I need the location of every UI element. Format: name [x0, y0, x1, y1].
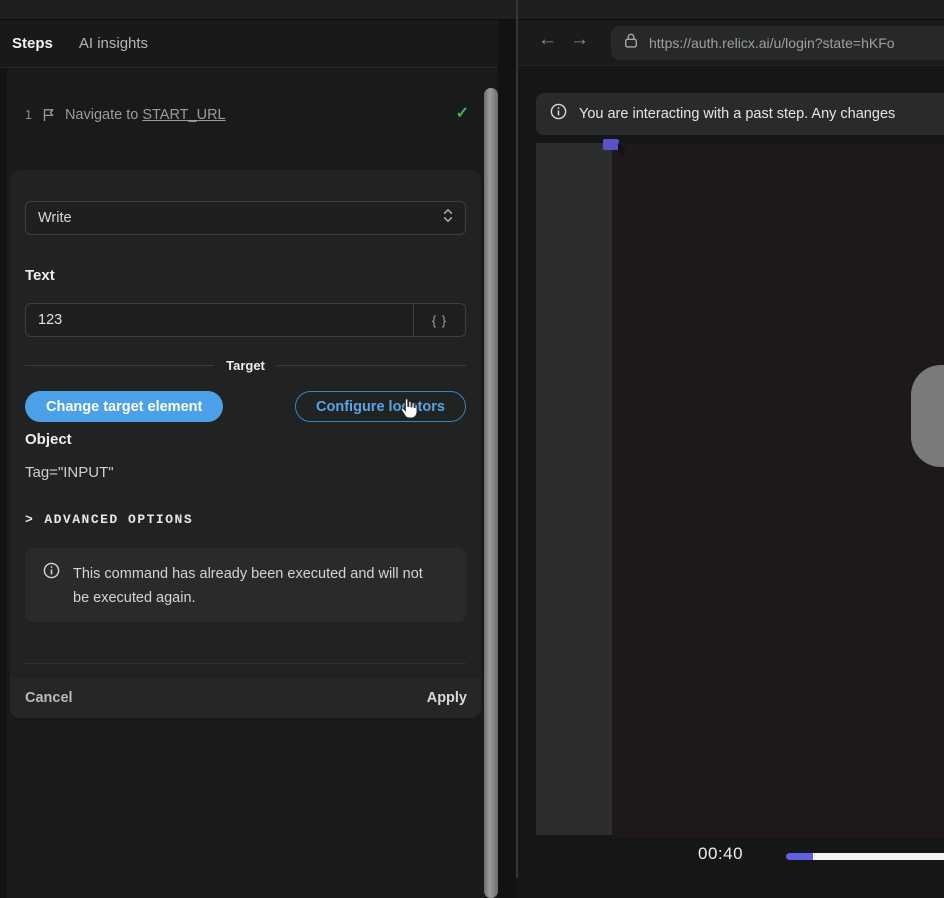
url-bar[interactable]: https://auth.relicx.ai/u/login?state=hKF… — [611, 26, 944, 60]
step-target-link[interactable]: START_URL — [142, 107, 225, 123]
target-divider-label: Target — [226, 358, 265, 373]
object-value: Tag="INPUT" — [25, 464, 114, 481]
panel-gutter — [498, 20, 516, 898]
screenshot-cursor-icon — [616, 142, 629, 162]
command-select[interactable]: Write — [25, 201, 466, 235]
step-number: 1 — [25, 108, 32, 122]
progress-done-segment — [786, 853, 813, 860]
advanced-options-label: ADVANCED OPTIONS — [44, 512, 193, 527]
hand-cursor-icon — [398, 397, 419, 425]
info-icon — [43, 562, 60, 622]
executed-notice-text: This command has already been executed a… — [73, 562, 433, 622]
lock-icon — [624, 32, 638, 54]
panel-tabbar: Steps AI insights — [0, 20, 498, 68]
playback-time: 00:40 — [698, 844, 743, 864]
divider-line — [277, 365, 466, 366]
app-window: Steps AI insights 1 Navigate to START_UR… — [0, 0, 944, 898]
divider-line — [25, 365, 214, 366]
footer-divider — [25, 663, 466, 664]
url-text: https://auth.relicx.ai/u/login?state=hKF… — [649, 35, 895, 51]
steps-panel: Steps AI insights 1 Navigate to START_UR… — [0, 20, 517, 898]
text-field-label: Text — [25, 267, 55, 284]
cancel-button[interactable]: Cancel — [25, 690, 73, 706]
panel-left-edge — [0, 20, 7, 898]
chevron-right-icon: > — [25, 512, 34, 527]
step-description: Navigate to START_URL — [65, 107, 226, 123]
text-input: 123 { } — [25, 303, 466, 337]
tab-steps[interactable]: Steps — [12, 35, 53, 52]
step-editor-card: Write Text 123 { } Target Change — [10, 170, 481, 718]
past-step-banner-text: You are interacting with a past step. An… — [579, 106, 895, 122]
back-arrow-icon[interactable]: ← — [538, 29, 557, 51]
step-row[interactable]: 1 Navigate to START_URL ✓ — [25, 104, 475, 126]
forward-arrow-icon[interactable]: → — [570, 29, 589, 51]
playback-progress-bar[interactable] — [786, 853, 944, 860]
info-icon — [550, 103, 567, 125]
advanced-options-toggle[interactable]: > ADVANCED OPTIONS — [25, 512, 193, 527]
target-section-divider: Target — [25, 356, 466, 374]
change-target-element-button[interactable]: Change target element — [25, 391, 223, 422]
panel-scrollbar[interactable] — [484, 88, 498, 898]
variables-braces-button[interactable]: { } — [413, 304, 465, 336]
command-select-value: Write — [38, 210, 443, 226]
progress-remaining-segment — [813, 853, 944, 860]
window-top-strip — [0, 0, 944, 20]
apply-button[interactable]: Apply — [427, 690, 467, 706]
target-buttons-row: Change target element Configure locators — [25, 391, 466, 422]
step-success-check-icon: ✓ — [456, 103, 469, 123]
screenshot-content-region — [612, 143, 944, 838]
screenshot-sidebar-region — [536, 143, 612, 835]
tab-ai-insights[interactable]: AI insights — [79, 35, 148, 52]
step-action-text: Navigate to — [65, 107, 138, 123]
browser-bar: ← → https://auth.relicx.ai/u/login?state… — [518, 20, 944, 66]
flag-icon — [42, 108, 55, 122]
past-step-banner: You are interacting with a past step. An… — [536, 93, 944, 135]
executed-notice: This command has already been executed a… — [25, 548, 466, 622]
preview-panel: ← → https://auth.relicx.ai/u/login?state… — [518, 20, 944, 898]
object-label: Object — [25, 431, 72, 448]
editor-footer: Cancel Apply — [10, 678, 481, 718]
floating-side-handle[interactable] — [911, 365, 944, 467]
configure-locators-button[interactable]: Configure locators — [295, 391, 466, 422]
text-input-value[interactable]: 123 — [26, 304, 413, 336]
select-chevrons-icon — [443, 207, 453, 229]
